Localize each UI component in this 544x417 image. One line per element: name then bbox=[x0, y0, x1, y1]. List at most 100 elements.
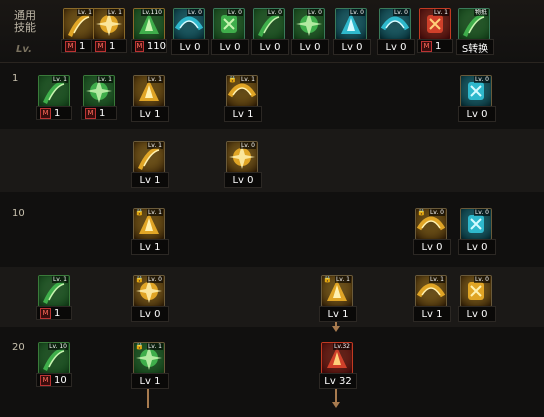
skill-level-value: 1 bbox=[109, 40, 116, 52]
skill-slot[interactable]: Lv. 0 Lv 0 bbox=[291, 8, 329, 55]
skill-slot[interactable]: Lv. 1 M1 bbox=[81, 75, 117, 121]
skill-level-mini: Lv. 0 bbox=[186, 9, 203, 16]
golden-arc-icon[interactable]: Lv. 1 🔒 bbox=[226, 75, 258, 107]
red-awakening-icon[interactable]: Lv.32 bbox=[321, 342, 353, 374]
golden-wing-slash-icon[interactable]: Lv. 1 🔒 bbox=[133, 342, 165, 374]
skill-slot[interactable]: Lv. 0 Lv 0 bbox=[458, 208, 496, 255]
skill-slot[interactable]: Lv.110 M 110 bbox=[131, 8, 167, 54]
lv-column-label: Lv. bbox=[16, 44, 32, 55]
common-skills-label: 通用 技能 bbox=[14, 9, 36, 34]
skill-slot[interactable]: Lv. 0 Lv 0 bbox=[458, 75, 496, 122]
explosion-icon[interactable]: Lv. 1 bbox=[419, 8, 451, 40]
skill-level-value: Lv 0 bbox=[466, 108, 488, 120]
eye-icon[interactable]: Lv. 0 bbox=[335, 8, 367, 40]
skill-level-caption: Lv 0 bbox=[251, 39, 289, 55]
skill-slot[interactable]: Lv. 0 🔒 Lv 0 bbox=[131, 275, 169, 322]
skill-slot[interactable]: Lv. 10 M 10 bbox=[36, 342, 72, 388]
skill-level-value: Lv 0 bbox=[385, 41, 407, 53]
sprint-icon[interactable]: Lv.110 bbox=[133, 8, 165, 40]
skill-slot[interactable]: Lv. 1 🔒 Lv 1 bbox=[131, 208, 169, 255]
skill-level-caption: Lv 0 bbox=[211, 39, 249, 55]
convert-icon[interactable]: 物抵 bbox=[458, 8, 490, 40]
body-icon[interactable]: Lv. 0 bbox=[379, 8, 411, 40]
skill-slot[interactable]: Lv. 0 Lv 0 bbox=[171, 8, 209, 55]
golden-warrior-icon[interactable]: Lv. 0 🔒 bbox=[415, 208, 447, 240]
leap-icon[interactable]: Lv. 0 bbox=[213, 8, 245, 40]
skill-level-caption: M1 bbox=[81, 106, 117, 120]
lightning-strike-icon[interactable]: Lv. 1 🔒 bbox=[133, 208, 165, 240]
skill-level-mini: Lv. 1 bbox=[96, 76, 113, 83]
skill-level-caption: M 110 bbox=[131, 39, 167, 53]
skill-level-value: 110 bbox=[146, 40, 166, 52]
golden-slash-icon[interactable]: Lv. 1 bbox=[133, 75, 165, 107]
skill-level-mini: Lv. 1 bbox=[146, 209, 163, 216]
row-level-1: 1 bbox=[12, 73, 19, 84]
skill-level-mini: Lv. 0 bbox=[392, 9, 409, 16]
cyan-sword-icon[interactable]: Lv. 0 bbox=[460, 208, 492, 240]
lock-icon: 🔒 bbox=[228, 75, 237, 83]
skill-slot[interactable]: Lv. 1 🔒 Lv 1 bbox=[131, 342, 169, 389]
skill-level-mini: Lv. 0 bbox=[306, 9, 323, 16]
lock-icon: 🔒 bbox=[417, 208, 426, 216]
skill-level-value: Lv 1 bbox=[232, 108, 254, 120]
golden-dive-icon[interactable]: Lv. 1 🔒 bbox=[321, 275, 353, 307]
skill-slot[interactable]: Lv.32 Lv 32 bbox=[319, 342, 357, 389]
skill-slot[interactable]: Lv. 0 Lv 0 bbox=[458, 275, 496, 322]
lock-icon: 🔒 bbox=[323, 275, 332, 283]
water-fist-icon[interactable]: Lv. 0 bbox=[460, 75, 492, 107]
skill-slot[interactable]: Lv. 1 M1 bbox=[91, 8, 127, 54]
skill-level-value: 10 bbox=[54, 374, 67, 386]
skill-level-value: Lv 1 bbox=[139, 174, 161, 186]
dash-icon[interactable]: Lv. 0 bbox=[293, 8, 325, 40]
skill-level-mini: Lv.32 bbox=[333, 343, 351, 350]
skill-level-mini: Lv. 0 bbox=[146, 276, 163, 283]
green-scale-icon[interactable]: Lv. 1 bbox=[38, 275, 70, 307]
skill-slot[interactable]: Lv. 1 Lv 1 bbox=[131, 141, 169, 188]
skill-level-value: Lv 32 bbox=[324, 375, 352, 387]
skill-slot[interactable]: Lv. 1 M1 bbox=[36, 275, 72, 321]
skill-slot[interactable]: Lv. 1 🔒 Lv 1 bbox=[319, 275, 357, 322]
green-kick-icon[interactable]: Lv. 10 bbox=[38, 342, 70, 374]
skill-slot[interactable]: Lv. 0 Lv 0 bbox=[377, 8, 415, 55]
skill-level-caption: Lv 1 bbox=[131, 172, 169, 188]
skill-slot[interactable]: 物抵 S转换 bbox=[456, 8, 494, 55]
skill-slot[interactable]: Lv. 0 Lv 0 bbox=[251, 8, 289, 55]
skill-slot[interactable]: Lv. 1 M1 bbox=[417, 8, 453, 54]
burst-spin-icon[interactable]: Lv. 0 bbox=[226, 141, 258, 173]
golden-crescent-icon[interactable]: Lv. 1 bbox=[415, 275, 447, 307]
flying-slash-icon[interactable]: Lv. 0 🔒 bbox=[133, 275, 165, 307]
skill-slot[interactable]: Lv. 1 Lv 1 bbox=[131, 75, 169, 122]
crosshair-icon[interactable]: Lv. 0 bbox=[253, 8, 285, 40]
skill-level-value: 1 bbox=[99, 107, 106, 119]
green-shield-icon[interactable]: Lv. 1 bbox=[83, 75, 115, 107]
skill-level-mini: Lv. 0 bbox=[473, 209, 490, 216]
skill-level-value: Lv 0 bbox=[466, 241, 488, 253]
skill-level-caption: Lv 1 bbox=[131, 239, 169, 255]
skill-level-mini: 物抵 bbox=[473, 9, 488, 16]
skill-slot[interactable]: Lv. 0 🔒 Lv 0 bbox=[413, 208, 451, 255]
skill-slot[interactable]: Lv. 1 M1 bbox=[36, 75, 72, 121]
skill-slot[interactable]: Lv. 1 Lv 1 bbox=[413, 275, 451, 322]
skill-level-caption: Lv 1 bbox=[224, 106, 262, 122]
wing-icon[interactable]: Lv. 0 bbox=[173, 8, 205, 40]
master-badge-icon: M bbox=[40, 307, 51, 319]
skill-slot[interactable]: Lv. 0 Lv 0 bbox=[224, 141, 262, 188]
green-weapon-icon[interactable]: Lv. 1 bbox=[38, 75, 70, 107]
skill-level-caption: Lv 0 bbox=[458, 306, 496, 322]
skill-level-value: Lv 1 bbox=[327, 308, 349, 320]
skill-level-mini: Lv. 0 bbox=[428, 209, 445, 216]
skill-level-mini: Lv. 1 bbox=[76, 9, 93, 16]
skill-slot[interactable]: Lv. 0 Lv 0 bbox=[211, 8, 249, 55]
skill-slot[interactable]: Lv. 1 🔒 Lv 1 bbox=[224, 75, 262, 122]
skill-level-caption: M1 bbox=[36, 306, 72, 320]
skill-slot[interactable]: Lv. 0 Lv 0 bbox=[333, 8, 371, 55]
fire-slash-icon[interactable]: Lv. 1 bbox=[63, 8, 95, 40]
master-badge-icon: M bbox=[40, 107, 51, 119]
skill-level-mini: Lv. 1 bbox=[51, 76, 68, 83]
skill-level-caption: M 10 bbox=[36, 373, 72, 387]
burst-kick-icon[interactable]: Lv. 1 bbox=[133, 141, 165, 173]
grab-icon[interactable]: Lv. 1 bbox=[93, 8, 125, 40]
skill-level-mini: Lv. 1 bbox=[428, 276, 445, 283]
skill-level-mini: Lv.110 bbox=[141, 9, 163, 16]
flame-burst-icon[interactable]: Lv. 0 bbox=[460, 275, 492, 307]
